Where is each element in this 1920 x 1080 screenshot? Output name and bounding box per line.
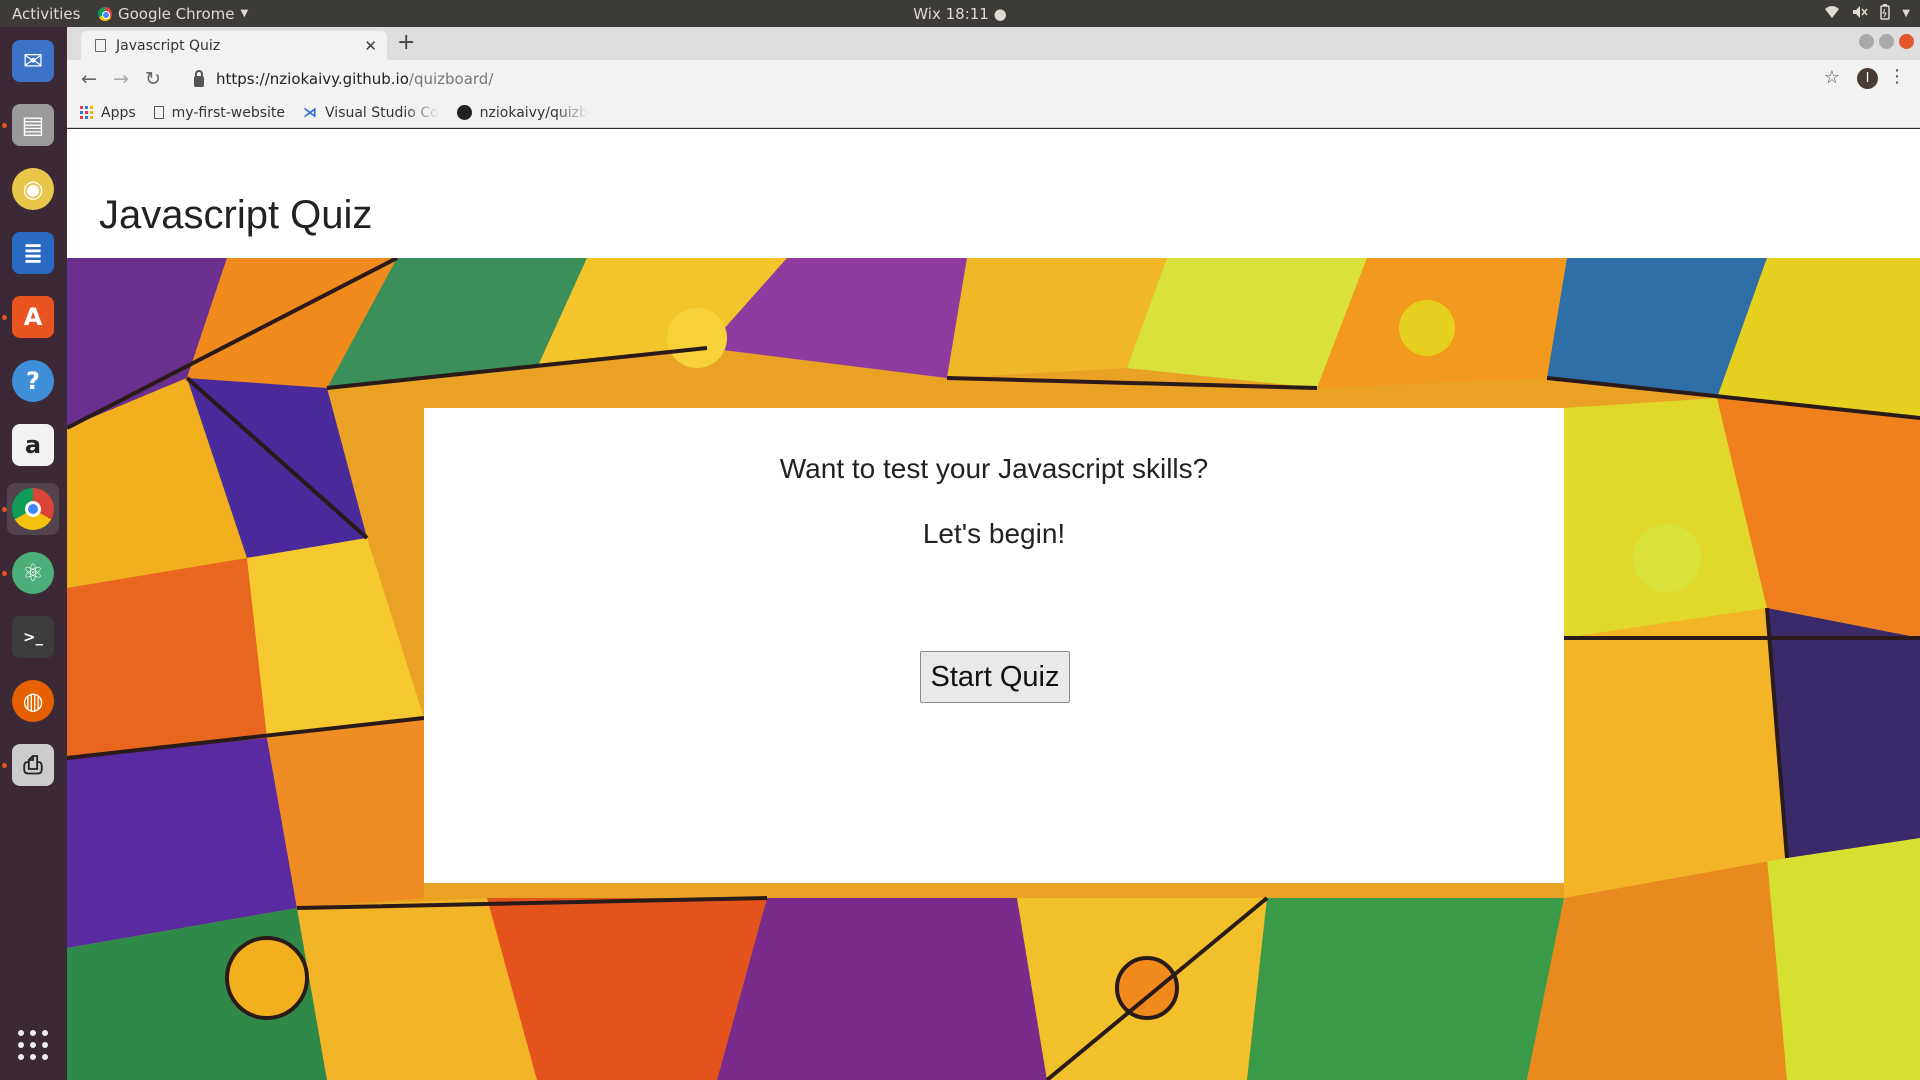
bookmark-label: nziokaivy/quizb [479, 104, 588, 121]
tab-strip: Javascript Quiz ✕ + [67, 27, 1920, 60]
running-indicator [2, 315, 7, 320]
printer-icon: ⎙ [12, 744, 54, 786]
show-applications-button[interactable] [7, 1019, 59, 1071]
speaker-icon: ◉ [12, 168, 54, 210]
app-menu[interactable]: Google Chrome ▼ [98, 5, 248, 23]
close-tab-icon[interactable]: ✕ [364, 37, 377, 55]
new-tab-button[interactable]: + [397, 30, 415, 55]
running-indicator [2, 571, 7, 576]
chrome-icon [98, 6, 112, 21]
clock[interactable]: Wix 18:11 ● [913, 5, 1006, 23]
dock-item-atom[interactable]: ⚛ [7, 547, 59, 599]
github-icon [456, 105, 472, 120]
lock-icon[interactable] [194, 69, 204, 87]
visual-studio-icon: ⋊ [303, 104, 318, 121]
quiz-prompt: Want to test your Javascript skills? [779, 453, 1209, 484]
mail-icon: ✉ [12, 40, 54, 82]
dock-item-firefox[interactable]: ◍ [7, 675, 59, 727]
page-icon [95, 39, 106, 52]
forward-arrow-icon[interactable]: → [105, 68, 137, 90]
tab-javascript-quiz[interactable]: Javascript Quiz ✕ [81, 31, 387, 60]
dock-item-printer[interactable]: ⎙ [7, 739, 59, 791]
dock-item-ubuntu-software[interactable]: A [7, 291, 59, 343]
bookmark-apps[interactable]: Apps [80, 105, 136, 121]
system-tray[interactable]: ▼ [1824, 0, 1910, 27]
bookmark-my-first-website[interactable]: my-first-website [153, 104, 286, 121]
minimize-button[interactable] [1859, 34, 1874, 49]
maximize-button[interactable] [1879, 34, 1894, 49]
quiz-start-card: Want to test your Javascript skills? Let… [424, 408, 1564, 883]
question-icon: ? [12, 360, 54, 402]
bookmark-visual-studio-code[interactable]: ⋊ Visual Studio Co [303, 105, 439, 121]
bookmark-label: my-first-website [171, 104, 286, 121]
bookmark-star-icon[interactable]: ☆ [1824, 67, 1840, 88]
reload-icon[interactable]: ↻ [137, 68, 169, 90]
chrome-menu-icon[interactable]: ⋮ [1888, 66, 1906, 87]
dock-item-thunderbird[interactable]: ✉ [7, 35, 59, 87]
address-bar[interactable]: https://nziokaivy.github.io/quizboard/ [182, 64, 1820, 94]
profile-avatar[interactable]: I [1857, 68, 1878, 89]
volume-muted-icon [1852, 5, 1868, 23]
url-host: https://nziokaivy.github.io [216, 70, 409, 88]
running-indicator [2, 763, 7, 768]
file-cabinet-icon: ▤ [12, 104, 54, 146]
chrome-icon [12, 488, 54, 530]
site-header: Javascript Quiz [67, 129, 1920, 258]
dock-item-google-chrome[interactable] [7, 483, 59, 535]
firefox-icon: ◍ [12, 680, 54, 722]
atom-icon: ⚛ [12, 552, 54, 594]
bookmark-label: Apps [101, 104, 136, 121]
power-menu-icon: ▼ [1902, 8, 1910, 19]
back-arrow-icon[interactable]: ← [73, 68, 105, 90]
amazon-icon: a [12, 424, 54, 466]
dock-item-terminal[interactable]: >_ [7, 611, 59, 663]
apps-grid-icon [80, 106, 93, 119]
start-quiz-button[interactable]: Start Quiz [920, 651, 1070, 703]
launcher-dock: ✉ ▤ ◉ ≣ A? a ⚛ >_ ◍ ⎙ [0, 27, 67, 1080]
browser-toolbar: ← → ↻ https://nziokaivy.github.io/quizbo… [67, 60, 1920, 98]
activities-button[interactable]: Activities [0, 5, 98, 23]
bookmark-github-quizboard[interactable]: nziokaivy/quizb [456, 104, 588, 121]
window-controls [1859, 34, 1914, 49]
dock-item-files[interactable]: ▤ [7, 99, 59, 151]
dock-item-help[interactable]: ? [7, 355, 59, 407]
app-menu-label: Google Chrome [118, 4, 235, 23]
page-icon [153, 106, 164, 119]
bookmarks-bar: Apps my-first-website ⋊ Visual Studio Co… [67, 98, 1920, 128]
shopping-bag-icon: A [12, 296, 54, 338]
tab-title: Javascript Quiz [116, 37, 221, 54]
site-title: Javascript Quiz [99, 193, 373, 237]
page-viewport: Javascript Quiz Want to test your Javasc… [67, 129, 1920, 1080]
dock-item-amazon[interactable]: a [7, 419, 59, 471]
terminal-icon: >_ [12, 616, 54, 658]
running-indicator [2, 507, 7, 512]
quiz-subprompt: Let's begin! [922, 518, 1066, 549]
bookmark-label: Visual Studio Co [325, 104, 439, 121]
running-indicator [2, 123, 7, 128]
battery-icon [1880, 3, 1891, 24]
dock-item-rhythmbox[interactable]: ◉ [7, 163, 59, 215]
dock-item-libreoffice-writer[interactable]: ≣ [7, 227, 59, 279]
close-window-button[interactable] [1899, 34, 1914, 49]
wifi-icon [1824, 5, 1840, 23]
url-path: /quizboard/ [408, 70, 494, 88]
system-top-bar: Activities Google Chrome ▼ Wix 18:11 ● ▼ [0, 0, 1920, 27]
document-icon: ≣ [12, 232, 54, 274]
dropdown-arrow-icon: ▼ [240, 8, 249, 19]
grid-icon [18, 1030, 48, 1060]
